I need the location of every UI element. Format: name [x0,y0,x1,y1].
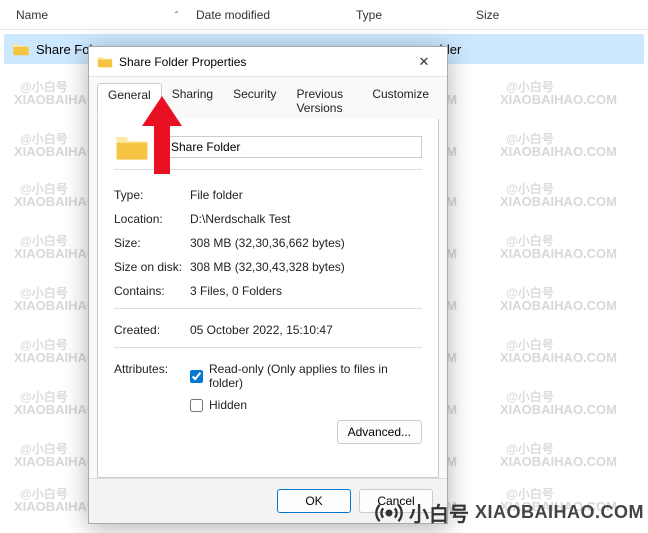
watermark-text: @小白号 [20,388,68,405]
watermark-text: @小白号 [20,336,68,353]
folder-icon [97,55,113,68]
sort-arrow-icon: ⌃ [173,10,180,19]
value-location: D:\Nerdschalk Test [190,212,422,226]
watermark-text: @小白号 [20,180,68,197]
watermark-text: @小白号 [506,485,554,502]
value-type: File folder [190,188,422,202]
column-size[interactable]: Size [468,0,568,29]
tab-security[interactable]: Security [223,83,286,119]
folder-icon-large [114,133,150,161]
cancel-button[interactable]: Cancel [359,489,433,513]
close-button[interactable]: ✕ [409,54,439,70]
watermark-text: @小白号 [20,232,68,249]
watermark-text: @小白号 [506,180,554,197]
watermark-text: @小白号 [506,336,554,353]
label-readonly: Read-only (Only applies to files in fold… [209,362,422,390]
watermark-text: @小白号 [20,485,68,502]
ok-button[interactable]: OK [277,489,351,513]
watermark-text: @小白号 [506,78,554,95]
watermark-text: @小白号 [506,388,554,405]
watermark-text: XIAOBAIHAO.COM [500,402,617,417]
dialog-tabs: General Sharing Security Previous Versio… [89,77,447,119]
tab-general[interactable]: General [97,83,162,119]
label-contains: Contains: [114,284,190,298]
watermark-text: XIAOBAIHAO.COM [500,92,617,107]
column-name[interactable]: Name ⌃ [8,0,188,29]
watermark-text: XIAOBAIHAO.COM [500,499,617,514]
properties-dialog: Share Folder Properties ✕ General Sharin… [88,46,448,524]
watermark-text: XIAOBAIHAO.COM [500,246,617,261]
dialog-titlebar[interactable]: Share Folder Properties ✕ [89,47,447,77]
label-location: Location: [114,212,190,226]
column-name-label: Name [16,8,48,22]
tab-sharing[interactable]: Sharing [162,83,223,119]
tab-previous-versions[interactable]: Previous Versions [286,83,362,119]
tab-general-content: Type:File folder Location:D:\Nerdschalk … [97,119,439,478]
column-type[interactable]: Type [348,0,468,29]
watermark-text: XIAOBAIHAO.COM [500,144,617,159]
label-hidden: Hidden [209,398,247,412]
divider [114,308,422,309]
label-created: Created: [114,323,190,337]
value-contains: 3 Files, 0 Folders [190,284,422,298]
folder-row-name: Share Fol [36,42,92,57]
watermark-text: @小白号 [506,232,554,249]
watermark-text: XIAOBAIHAO.COM [500,298,617,313]
watermark-text: @小白号 [506,130,554,147]
folder-icon [12,42,30,56]
checkbox-readonly[interactable] [190,370,203,383]
checkbox-hidden[interactable] [190,399,203,412]
value-size-on-disk: 308 MB (32,30,43,328 bytes) [190,260,422,274]
watermark-text: @小白号 [506,440,554,457]
watermark-text: @小白号 [20,284,68,301]
value-created: 05 October 2022, 15:10:47 [190,323,422,337]
label-attributes: Attributes: [114,362,190,444]
label-size: Size: [114,236,190,250]
divider [114,347,422,348]
label-type: Type: [114,188,190,202]
advanced-button[interactable]: Advanced... [337,420,422,444]
value-size: 308 MB (32,30,36,662 bytes) [190,236,422,250]
label-size-on-disk: Size on disk: [114,260,190,274]
explorer-columns-header: Name ⌃ Date modified Type Size [0,0,648,30]
watermark-text: XIAOBAIHAO.COM [500,454,617,469]
column-date[interactable]: Date modified [188,0,348,29]
folder-name-input[interactable] [164,136,422,158]
watermark-text: XIAOBAIHAO.COM [500,194,617,209]
watermark-text: @小白号 [20,130,68,147]
watermark-text: XIAOBAIHAO.COM [500,350,617,365]
dialog-button-row: OK Cancel [89,478,447,523]
watermark-text: @小白号 [506,284,554,301]
tab-customize[interactable]: Customize [362,83,439,119]
watermark-text: @小白号 [20,440,68,457]
watermark-text: @小白号 [20,78,68,95]
dialog-title: Share Folder Properties [119,55,409,69]
